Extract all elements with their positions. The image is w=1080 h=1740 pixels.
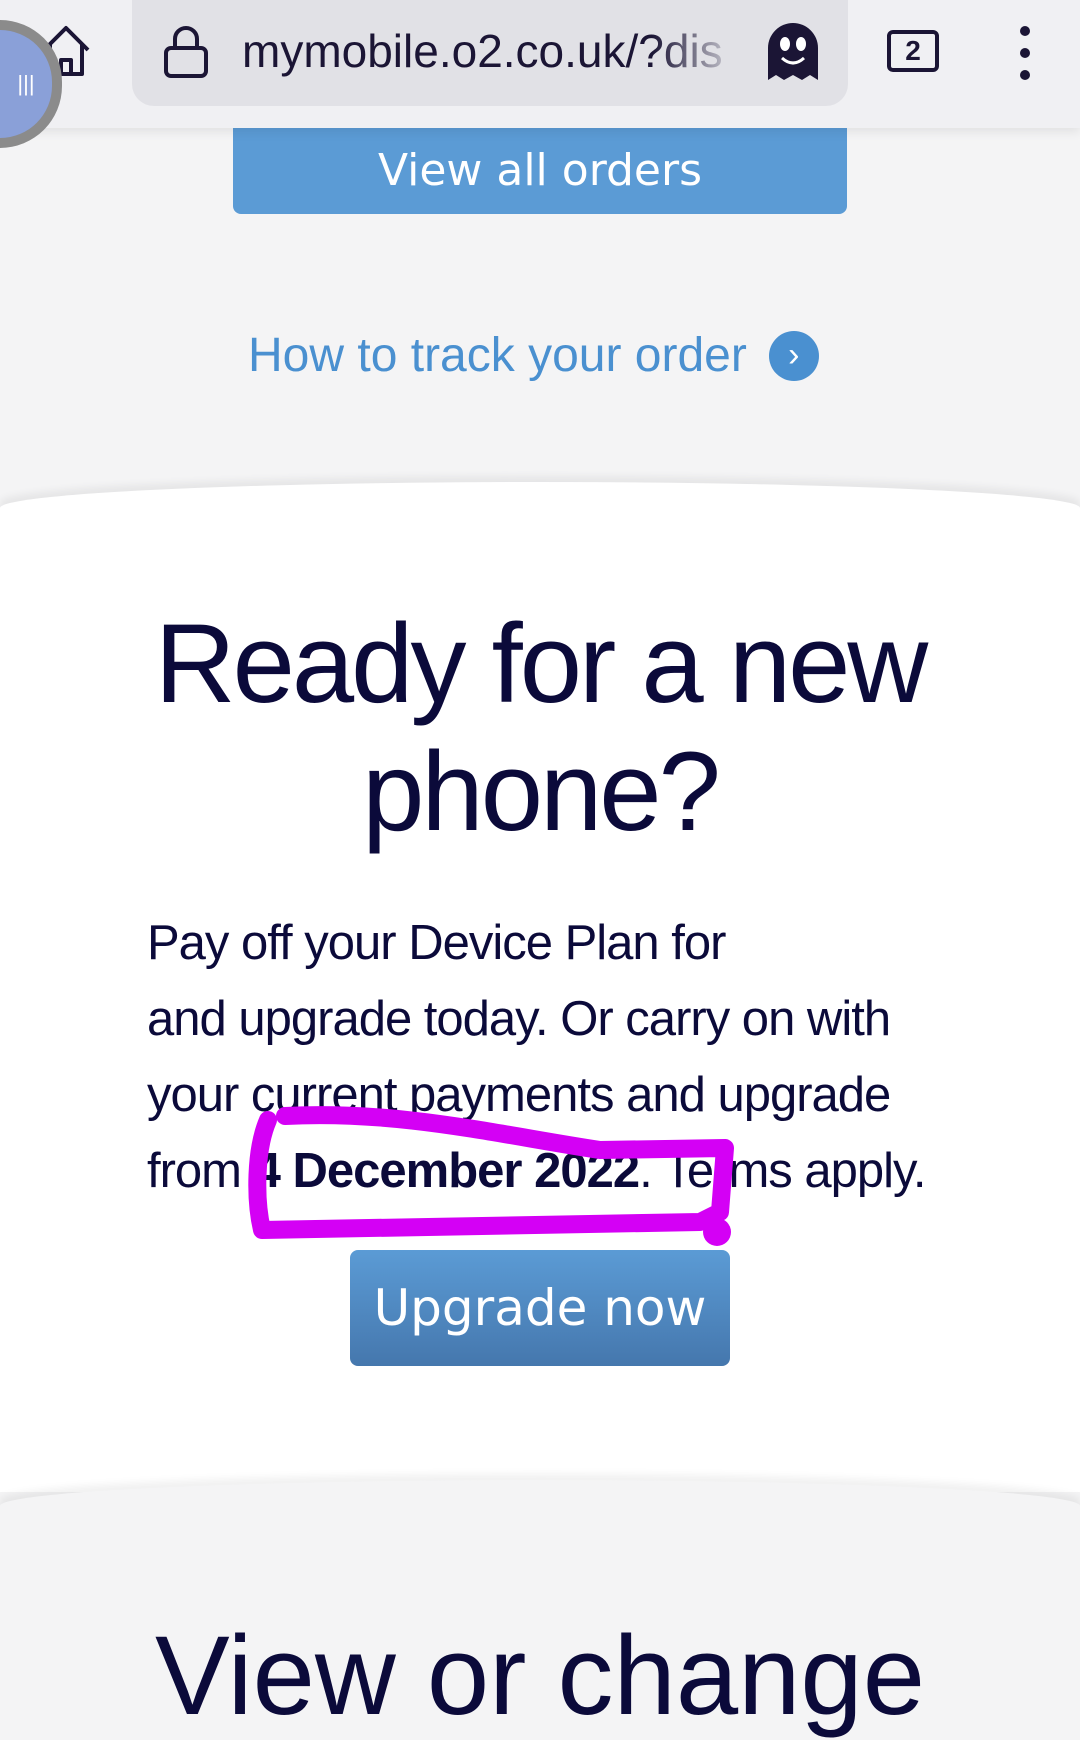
address-bar[interactable]: mymobile.o2.co.uk/?dis [132,0,848,106]
upgrade-date: 4 December 2022 [253,1144,640,1198]
upgrade-description: Pay off your Device Plan for and upgrade… [147,905,947,1209]
upgrade-heading: Ready for a new phone? [154,601,929,854]
tab-switcher-button[interactable]: 2 [887,30,939,72]
track-order-label: How to track your order [248,329,747,382]
ghost-icon[interactable] [764,22,822,84]
track-order-link[interactable]: How to track your order › [248,328,819,383]
redacted-amount [738,917,934,976]
upgrade-now-button[interactable]: Upgrade now [350,1250,730,1366]
para-text: . Terms apply. [639,1144,926,1198]
view-all-orders-button[interactable]: View all orders [233,120,847,214]
view-change-heading: View or change [155,1613,925,1738]
more-vert-icon[interactable] [1020,26,1032,82]
chevron-right-icon: › [768,330,819,381]
url-text[interactable]: mymobile.o2.co.uk/?dis [242,24,742,78]
para-text: Pay off your Device Plan for [147,916,726,970]
lock-icon [164,26,208,78]
browser-toolbar: mymobile.o2.co.uk/?dis 2 [0,0,1080,128]
